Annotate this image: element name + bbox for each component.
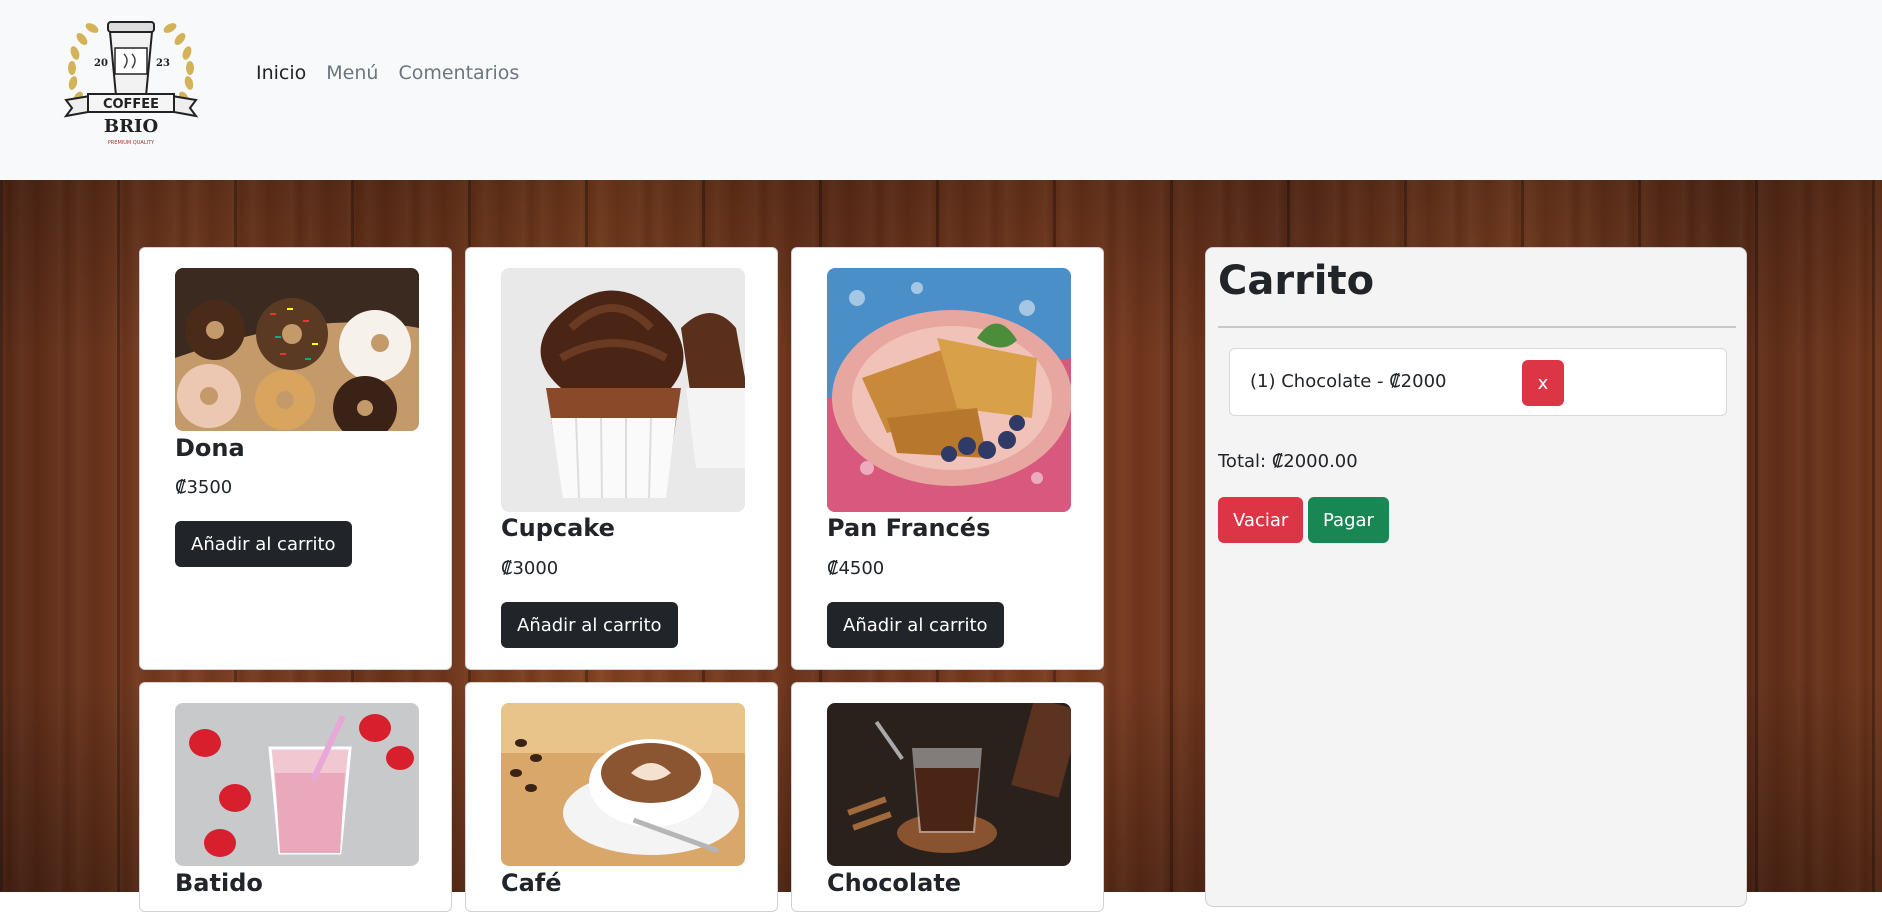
product-name: Dona	[175, 434, 245, 462]
product-name: Cupcake	[501, 514, 615, 542]
pan-frances-image	[827, 268, 1071, 512]
add-to-cart-button[interactable]: Añadir al carrito	[501, 602, 678, 648]
svg-text:20: 20	[94, 58, 108, 69]
coffee-brio-logo[interactable]: 20 23 COFFEE BRIO PREMIUM QUALITY	[60, 8, 202, 156]
nav-link-menu[interactable]: Menú	[326, 62, 378, 84]
cafe-image	[501, 703, 745, 866]
product-price: ₡4500	[827, 558, 885, 579]
cupcake-image	[501, 268, 745, 512]
product-price: ₡3000	[501, 558, 559, 579]
svg-text:BRIO: BRIO	[104, 116, 158, 137]
product-card-dona: Dona ₡3500 Añadir al carrito	[139, 247, 452, 670]
product-name: Pan Francés	[827, 514, 991, 542]
svg-text:COFFEE: COFFEE	[103, 97, 159, 112]
cart-divider	[1218, 326, 1736, 328]
product-name: Chocolate	[827, 869, 962, 897]
remove-item-button[interactable]: x	[1522, 360, 1564, 406]
product-card-cupcake: Cupcake ₡3000 Añadir al carrito	[465, 247, 778, 670]
product-card-cafe: Café	[465, 682, 778, 912]
batido-image	[175, 703, 419, 866]
cart-total: Total: ₡2000.00	[1218, 451, 1358, 472]
nav-link-comentarios[interactable]: Comentarios	[398, 62, 519, 84]
product-price: ₡3500	[175, 477, 233, 498]
add-to-cart-button[interactable]: Añadir al carrito	[175, 521, 352, 567]
nav-links: Inicio Menú Comentarios	[256, 62, 519, 84]
cart-item-label: (1) Chocolate - ₡2000	[1250, 371, 1447, 392]
empty-cart-button[interactable]: Vaciar	[1218, 497, 1304, 543]
product-card-pan-frances: Pan Francés ₡4500 Añadir al carrito	[791, 247, 1104, 670]
product-name: Café	[501, 869, 562, 897]
svg-text:23: 23	[156, 58, 170, 69]
cart-item: (1) Chocolate - ₡2000 x	[1229, 348, 1727, 416]
cart-title: Carrito	[1218, 258, 1375, 304]
pay-button[interactable]: Pagar	[1308, 497, 1389, 543]
chocolate-image	[827, 703, 1071, 866]
cart-panel: Carrito (1) Chocolate - ₡2000 x Total: ₡…	[1205, 247, 1747, 907]
dona-image	[175, 268, 419, 431]
navbar: 20 23 COFFEE BRIO PREMIUM QUALITY Inicio…	[0, 0, 1882, 180]
nav-link-inicio[interactable]: Inicio	[256, 62, 306, 84]
svg-text:PREMIUM QUALITY: PREMIUM QUALITY	[108, 140, 155, 146]
product-name: Batido	[175, 869, 263, 897]
product-card-batido: Batido	[139, 682, 452, 912]
product-card-chocolate: Chocolate	[791, 682, 1104, 912]
add-to-cart-button[interactable]: Añadir al carrito	[827, 602, 1004, 648]
